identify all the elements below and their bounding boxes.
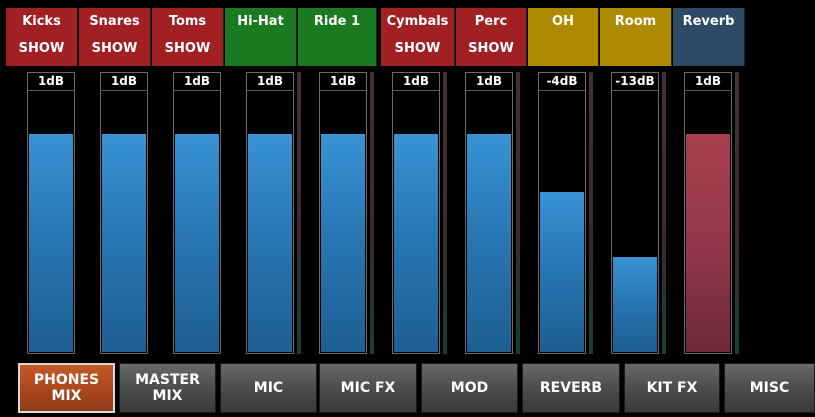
- show-toggle[interactable]: SHOW: [6, 41, 77, 56]
- channel-name: Snares: [89, 14, 140, 29]
- nav-button-kit-fx[interactable]: KIT FX: [624, 363, 720, 413]
- fader-perc[interactable]: 1dB: [465, 72, 513, 354]
- fader-room[interactable]: -13dB: [611, 72, 659, 354]
- gain-readout: 1dB: [101, 73, 147, 91]
- fader-level-fill: [248, 134, 292, 352]
- gain-readout: 1dB: [393, 73, 439, 91]
- fader-level-fill: [321, 134, 365, 352]
- channel-header-room[interactable]: Room: [600, 8, 672, 66]
- nav-button-mod[interactable]: MOD: [421, 363, 518, 413]
- show-toggle[interactable]: SHOW: [381, 41, 454, 56]
- mixer-panel: Kicks SHOW 1dB Snares SHOW 1dB Toms SHOW 1dB Hi-H…: [0, 0, 815, 417]
- nav-button-label: MIC: [253, 380, 284, 396]
- channel-header-oh[interactable]: OH: [528, 8, 599, 66]
- level-meter: [589, 72, 593, 354]
- gain-readout: 1dB: [685, 73, 731, 91]
- fader-level-fill: [613, 257, 657, 352]
- channel-name: OH: [552, 14, 574, 29]
- channel-header-perc[interactable]: Perc SHOW: [456, 8, 527, 66]
- level-meter: [516, 72, 520, 354]
- nav-button-label: REVERB: [539, 380, 603, 396]
- channel-header-hi-hat[interactable]: Hi-Hat: [225, 8, 297, 66]
- channel-name: Cymbals: [386, 14, 449, 29]
- gain-readout: 1dB: [28, 73, 74, 91]
- show-toggle[interactable]: SHOW: [152, 41, 223, 56]
- gain-readout: 1dB: [247, 73, 293, 91]
- fader-oh[interactable]: -4dB: [538, 72, 586, 354]
- gain-readout: 1dB: [174, 73, 220, 91]
- fader-level-fill: [540, 192, 584, 352]
- fader-kicks[interactable]: 1dB: [27, 72, 75, 354]
- level-meter: [297, 72, 301, 354]
- nav-button-label: MIC FX: [340, 380, 396, 396]
- nav-button-label: PHONES MIX: [33, 372, 100, 404]
- nav-button-misc[interactable]: MISC: [724, 363, 815, 413]
- show-toggle[interactable]: SHOW: [456, 41, 526, 56]
- channel-header-toms[interactable]: Toms SHOW: [152, 8, 224, 66]
- nav-button-label: MOD: [450, 380, 489, 396]
- channel-header-kicks[interactable]: Kicks SHOW: [6, 8, 78, 66]
- nav-button-phones-mix[interactable]: PHONES MIX: [18, 363, 115, 413]
- channel-name: Ride 1: [313, 14, 361, 29]
- fader-level-fill: [175, 134, 219, 352]
- channel-name: Room: [614, 14, 657, 29]
- fader-hi-hat[interactable]: 1dB: [246, 72, 294, 354]
- show-toggle[interactable]: SHOW: [79, 41, 150, 56]
- channel-header-reverb[interactable]: Reverb: [673, 8, 745, 66]
- fader-reverb[interactable]: 1dB: [684, 72, 732, 354]
- fader-cymbals[interactable]: 1dB: [392, 72, 440, 354]
- channel-name: Hi-Hat: [237, 14, 284, 29]
- level-meter: [370, 72, 374, 354]
- channel-header-cymbals[interactable]: Cymbals SHOW: [381, 8, 455, 66]
- gain-readout: -13dB: [612, 73, 658, 91]
- level-meter: [662, 72, 666, 354]
- nav-button-reverb[interactable]: REVERB: [522, 363, 620, 413]
- channel-header-snares[interactable]: Snares SHOW: [79, 8, 151, 66]
- nav-button-label: MISC: [749, 380, 790, 396]
- fader-level-fill: [102, 134, 146, 352]
- nav-button-master-mix[interactable]: MASTER MIX: [119, 363, 216, 413]
- gain-readout: 1dB: [466, 73, 512, 91]
- channel-header-ride-1[interactable]: Ride 1: [298, 8, 377, 66]
- nav-button-mic-fx[interactable]: MIC FX: [319, 363, 417, 413]
- nav-button-label: KIT FX: [646, 380, 698, 396]
- fader-level-fill: [394, 134, 438, 352]
- fader-snares[interactable]: 1dB: [100, 72, 148, 354]
- level-meter: [443, 72, 447, 354]
- fader-ride-1[interactable]: 1dB: [319, 72, 367, 354]
- channel-name: Reverb: [682, 14, 735, 29]
- channel-name: Perc: [474, 14, 508, 29]
- gain-readout: -4dB: [539, 73, 585, 91]
- nav-button-mic[interactable]: MIC: [220, 363, 317, 413]
- fader-level-fill: [29, 134, 73, 352]
- fader-level-fill: [686, 134, 730, 352]
- fader-level-fill: [467, 134, 511, 352]
- level-meter: [735, 72, 739, 354]
- fader-toms[interactable]: 1dB: [173, 72, 221, 354]
- nav-button-label: MASTER MIX: [135, 372, 200, 404]
- gain-readout: 1dB: [320, 73, 366, 91]
- channel-name: Toms: [168, 14, 207, 29]
- channel-name: Kicks: [22, 14, 61, 29]
